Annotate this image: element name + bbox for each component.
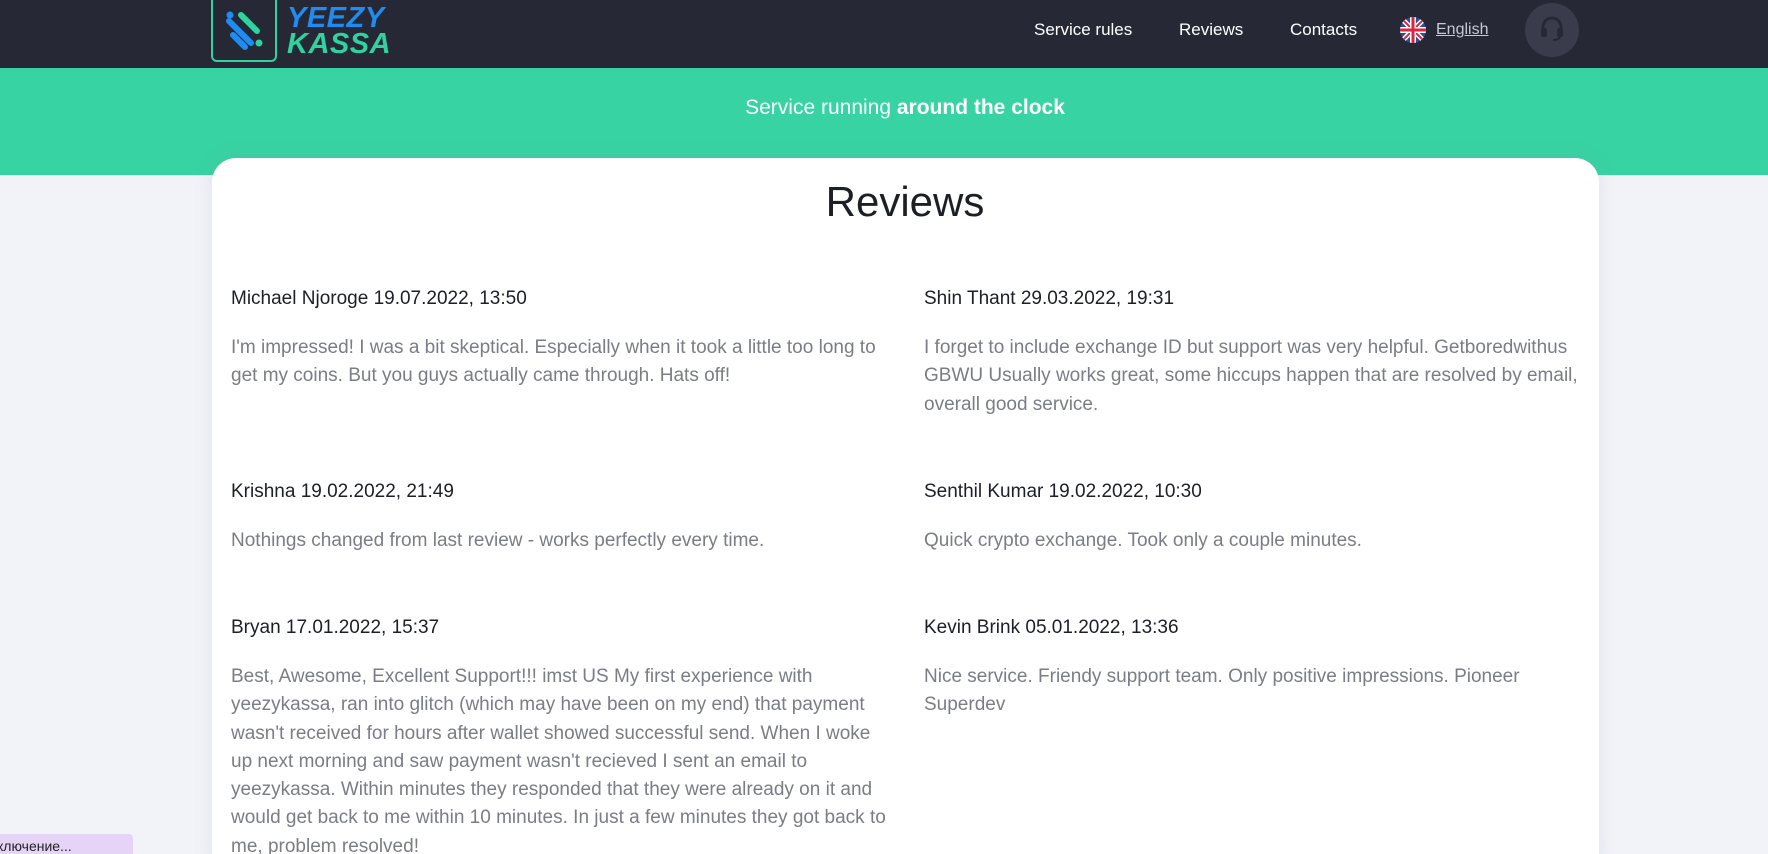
support-button[interactable]: [1525, 3, 1579, 57]
top-navbar: YEEZY KASSA Service rules Reviews Contac…: [0, 0, 1768, 68]
nav-item-service-rules[interactable]: Service rules: [1034, 0, 1132, 60]
page-title: Reviews: [825, 178, 985, 225]
review-header: Kevin Brink 05.01.2022, 13:36: [924, 617, 1179, 638]
review-header: Krishna 19.02.2022, 21:49: [231, 481, 454, 502]
review-item: Kevin Brink 05.01.2022, 13:36 Nice servi…: [924, 616, 1584, 720]
review-text: I'm impressed! I was a bit skeptical. Es…: [231, 337, 876, 387]
brand-line-2: KASSA: [287, 28, 392, 60]
language-label[interactable]: English: [1436, 21, 1488, 39]
brand-wordmark: YEEZY KASSA: [287, 4, 392, 60]
connection-status-text: ключение...: [0, 838, 72, 854]
banner-emphasis: around the clock: [896, 96, 1065, 119]
review-header: Senthil Kumar 19.02.2022, 10:30: [924, 481, 1202, 502]
brand-logo[interactable]: YEEZY KASSA: [211, 0, 391, 62]
review-item: Krishna 19.02.2022, 21:49 Nothings chang…: [231, 480, 891, 555]
nav-item-contacts[interactable]: Contacts: [1290, 0, 1357, 60]
nav-link-contacts[interactable]: Contacts: [1290, 20, 1357, 40]
banner-message: Service running around the clock: [0, 96, 1768, 120]
review-text: Quick crypto exchange. Took only a coupl…: [924, 530, 1362, 551]
review-text: I forget to include exchange ID but supp…: [924, 337, 1578, 415]
review-item: Shin Thant 29.03.2022, 19:31 I forget to…: [924, 287, 1584, 419]
review-text: Nothings changed from last review - work…: [231, 530, 765, 551]
review-item: Michael Njoroge 19.07.2022, 13:50 I'm im…: [231, 287, 891, 391]
nav-link-reviews[interactable]: Reviews: [1179, 20, 1243, 40]
connection-status-chip: ключение...: [0, 834, 133, 854]
review-text: Best, Awesome, Excellent Support!!! imst…: [231, 666, 886, 854]
nav-link-service-rules[interactable]: Service rules: [1034, 20, 1132, 40]
nav-item-reviews[interactable]: Reviews: [1179, 0, 1243, 60]
language-selector[interactable]: English: [1400, 17, 1488, 43]
review-header: Bryan 17.01.2022, 15:37: [231, 617, 440, 638]
review-item: Bryan 17.01.2022, 15:37 Best, Awesome, E…: [231, 616, 891, 854]
review-item: Senthil Kumar 19.02.2022, 10:30 Quick cr…: [924, 480, 1584, 555]
yeezykassa-logo-icon: [211, 0, 277, 62]
uk-flag-icon: [1400, 17, 1426, 43]
banner-prefix: Service running: [745, 96, 897, 119]
review-header: Shin Thant 29.03.2022, 19:31: [924, 288, 1175, 309]
review-text: Nice service. Friendy support team. Only…: [924, 666, 1520, 716]
review-header: Michael Njoroge 19.07.2022, 13:50: [231, 288, 527, 309]
headset-icon: [1537, 13, 1567, 48]
